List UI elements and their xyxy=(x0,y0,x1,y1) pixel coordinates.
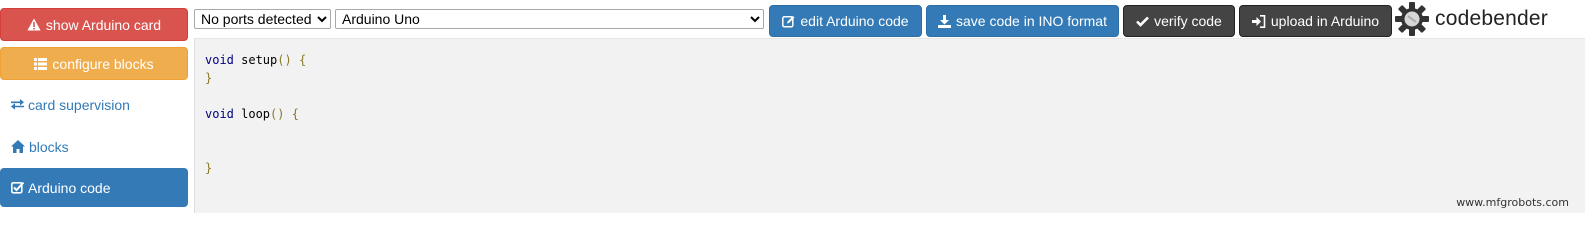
code-token-br: () { xyxy=(270,107,299,121)
home-icon xyxy=(11,140,25,153)
ports-select[interactable]: No ports detected xyxy=(194,9,331,29)
edit-icon xyxy=(782,15,795,28)
configure-blocks-label: configure blocks xyxy=(52,55,154,72)
code-line[interactable] xyxy=(205,141,306,159)
blocks-label: blocks xyxy=(29,138,69,155)
edit-arduino-code-label: edit Arduino code xyxy=(800,13,909,29)
verify-code-button[interactable]: verify code xyxy=(1123,5,1235,37)
code-token-fn: loop xyxy=(233,107,271,121)
code-token-br: } xyxy=(205,71,213,85)
check-square-icon xyxy=(11,181,24,194)
code-token-br: () { xyxy=(277,53,307,67)
show-arduino-card-button[interactable]: show Arduino card xyxy=(0,8,188,41)
upload-arduino-label: upload in Arduino xyxy=(1270,13,1380,29)
board-select[interactable]: Arduino Uno xyxy=(335,9,764,29)
codebender-logo[interactable]: codebender xyxy=(1395,2,1548,36)
code-token-kw: void xyxy=(205,53,234,67)
code-line[interactable] xyxy=(205,123,306,141)
code-line[interactable]: } xyxy=(205,69,306,87)
show-arduino-card-label: show Arduino card xyxy=(45,16,162,33)
code-content[interactable]: void setup() {} void loop() {} xyxy=(205,51,306,177)
code-line[interactable] xyxy=(205,87,306,105)
code-line[interactable]: } xyxy=(205,159,306,177)
download-icon xyxy=(938,14,952,28)
upload-arduino-button[interactable]: upload in Arduino xyxy=(1239,5,1392,37)
arduino-code-label: Arduino code xyxy=(28,179,111,196)
save-ino-button[interactable]: save code in INO format xyxy=(926,5,1119,37)
blocks-link[interactable]: blocks xyxy=(0,130,188,163)
warning-icon xyxy=(27,18,41,31)
code-line[interactable]: void setup() { xyxy=(205,51,306,69)
verify-code-label: verify code xyxy=(1154,13,1222,29)
arduino-code-tab[interactable]: Arduino code xyxy=(0,168,188,207)
gear-icon xyxy=(1395,2,1429,36)
code-token-kw: void xyxy=(205,107,234,121)
check-icon xyxy=(1136,16,1150,27)
watermark: www.mfgrobots.com xyxy=(1456,196,1569,209)
code-token-br: } xyxy=(205,161,213,175)
card-supervision-link[interactable]: card supervision xyxy=(0,88,188,121)
code-editor[interactable]: void setup() {} void loop() {} www.mfgrob… xyxy=(194,38,1585,213)
card-supervision-label: card supervision xyxy=(28,96,130,113)
exchange-icon xyxy=(11,99,24,110)
code-token-fn: setup xyxy=(233,53,278,67)
sign-in-icon xyxy=(1251,14,1266,28)
configure-blocks-button[interactable]: configure blocks xyxy=(0,47,188,80)
edit-arduino-code-button[interactable]: edit Arduino code xyxy=(769,5,922,37)
logo-text: codebender xyxy=(1435,7,1548,30)
toolbar: No ports detected Arduino Uno edit Ardui… xyxy=(194,0,1585,38)
list-icon xyxy=(34,57,48,70)
sidebar: show Arduino card configure blocks card … xyxy=(0,0,190,213)
code-line[interactable]: void loop() { xyxy=(205,105,306,123)
save-ino-label: save code in INO format xyxy=(956,13,1107,29)
